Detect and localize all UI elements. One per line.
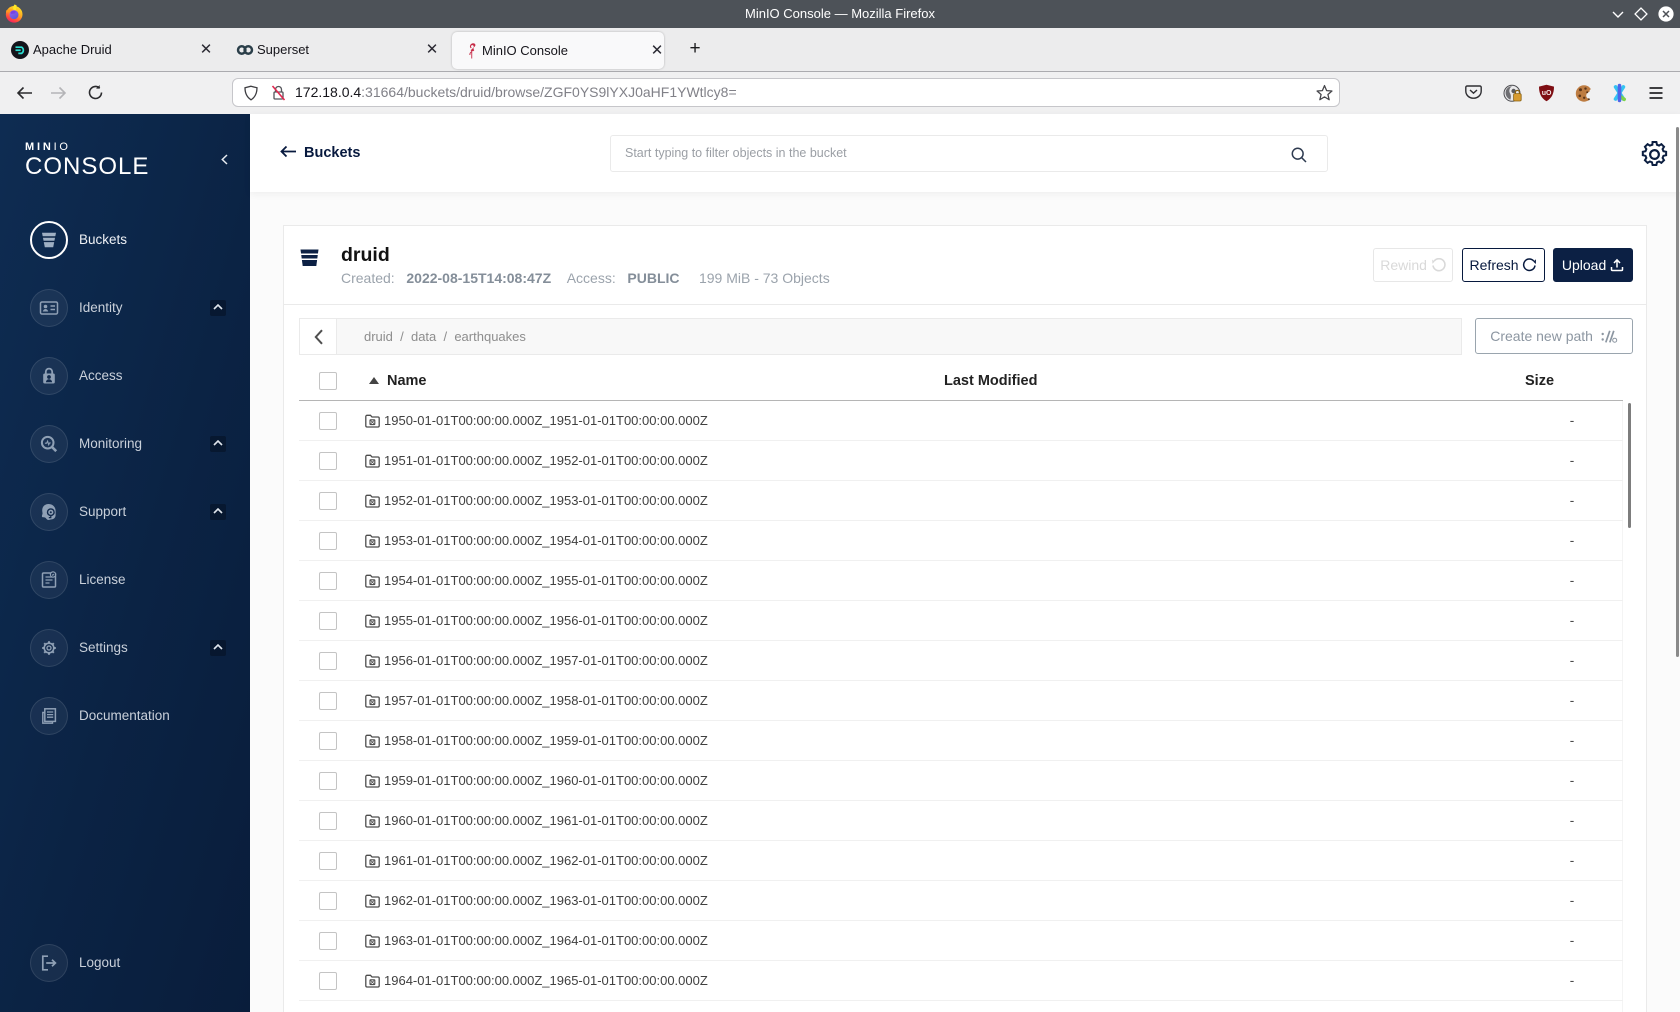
svg-text:uO: uO — [1542, 90, 1552, 97]
